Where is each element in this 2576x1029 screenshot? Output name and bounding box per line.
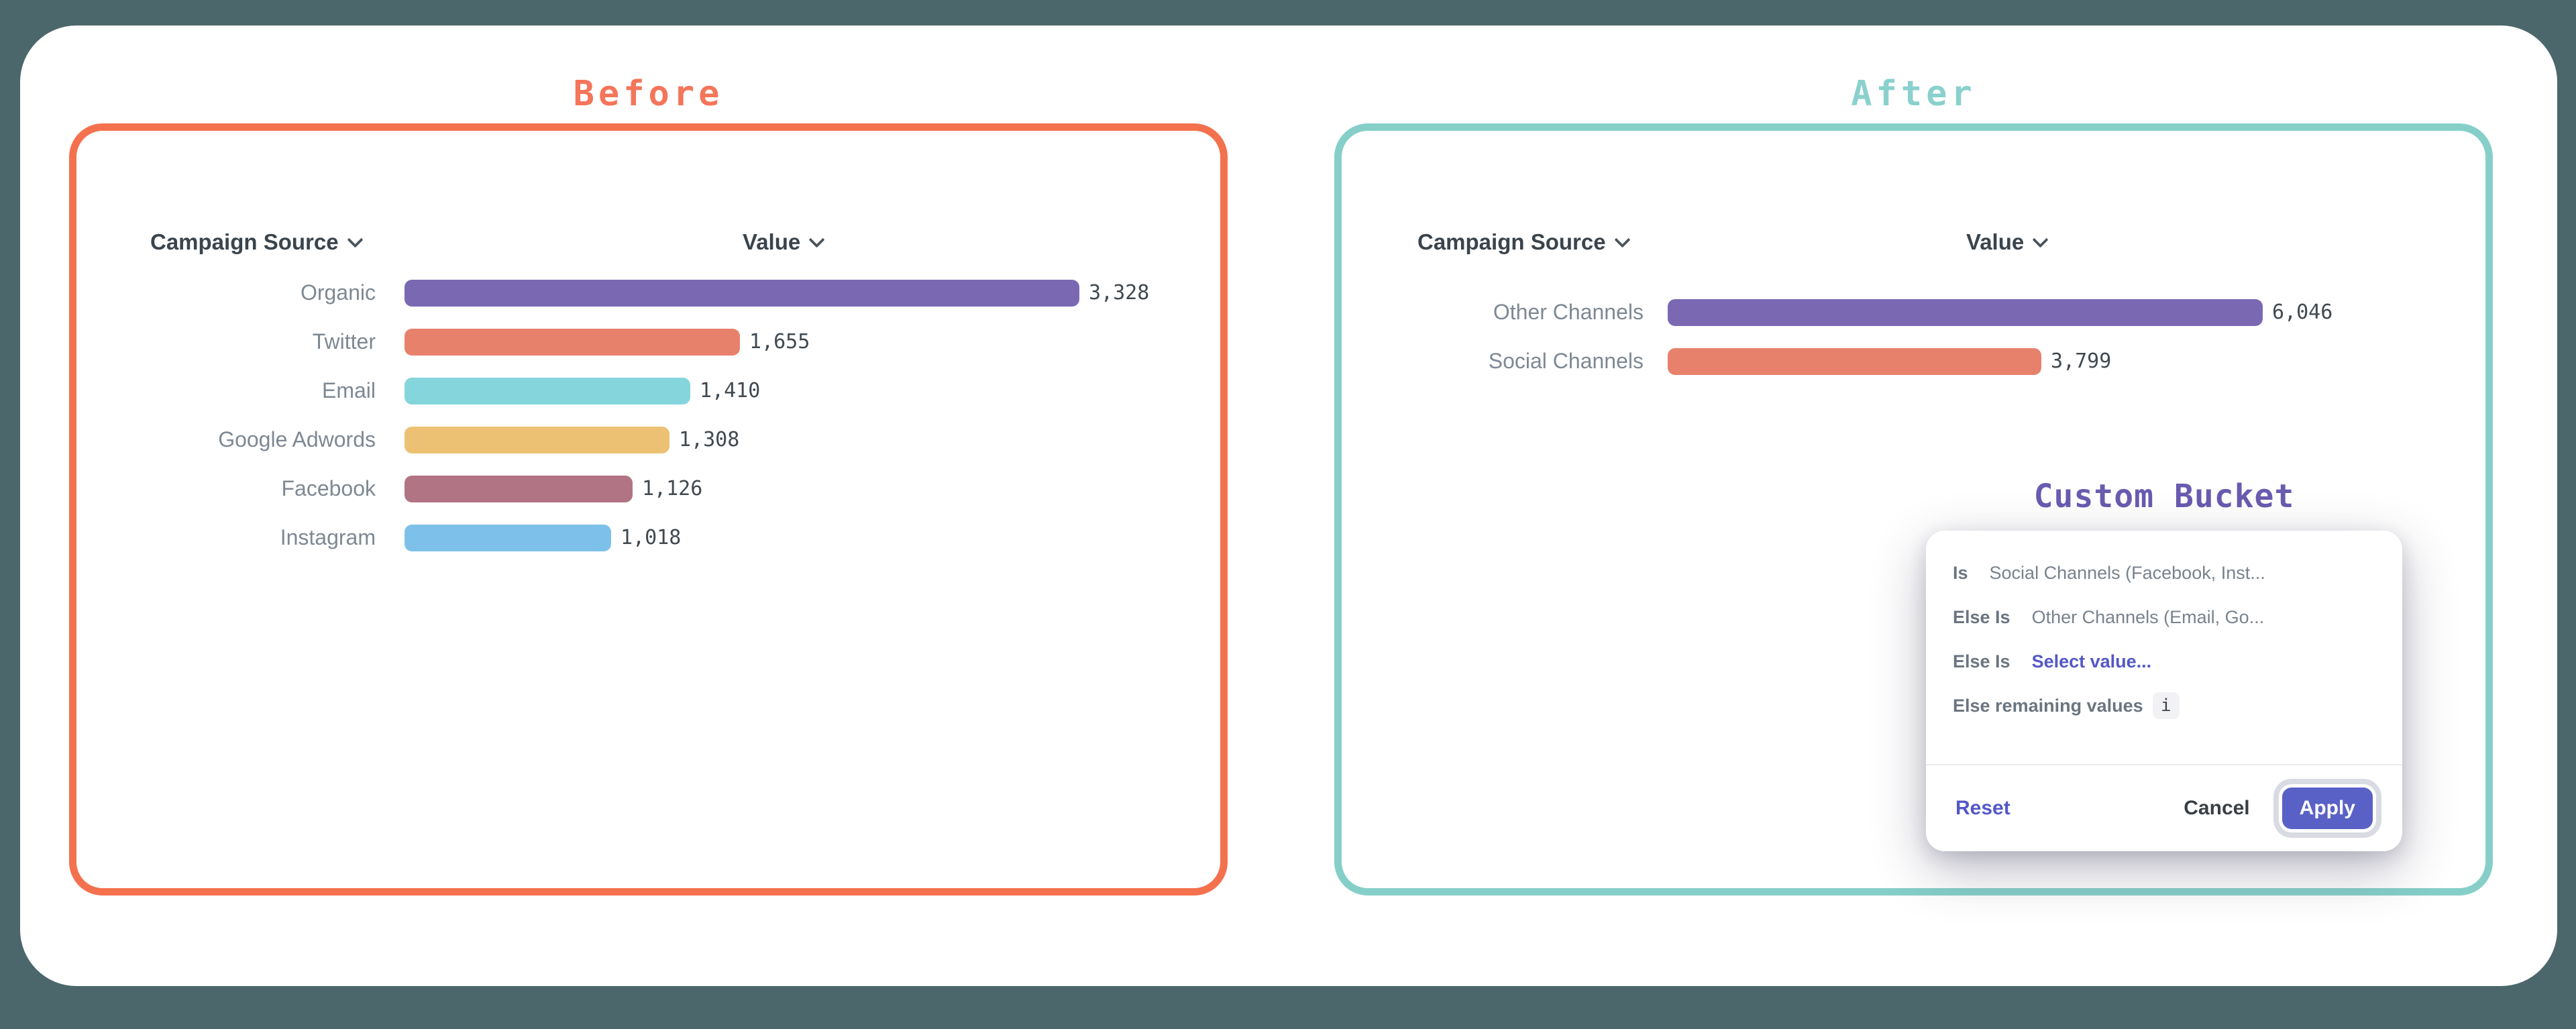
bar-value: 1,018 (621, 526, 681, 549)
dialog-footer: Reset Cancel Apply (1926, 765, 2402, 851)
before-title: Before (69, 72, 1228, 115)
chevron-down-icon (809, 231, 825, 248)
after-source-header-label: Campaign Source (1417, 229, 1606, 255)
bar-email (405, 378, 690, 404)
comparison-screenshot: Before Campaign Source Value Organic 3,3… (0, 0, 2576, 1029)
bar-other-channels (1668, 299, 2263, 326)
table-row: Twitter 1,655 (150, 317, 1149, 366)
after-source-header[interactable]: Campaign Source (1417, 229, 1628, 255)
row-label: Facebook (150, 476, 376, 501)
chevron-down-icon (347, 231, 363, 248)
table-row: Google Adwords 1,308 (150, 415, 1149, 464)
bar-value: 3,799 (2051, 349, 2111, 373)
rule-value-field[interactable]: Social Channels (Facebook, Inst... (1990, 563, 2265, 584)
after-title: After (1334, 72, 2493, 115)
table-row: Organic 3,328 (150, 268, 1149, 317)
bar-social-channels (1668, 348, 2041, 375)
after-value-header[interactable]: Value (1966, 229, 2046, 255)
table-row: Social Channels 3,799 (1417, 337, 2332, 386)
bar-value: 6,046 (2272, 301, 2332, 324)
info-icon[interactable]: i (2153, 692, 2180, 719)
bucket-rule-row: Else remaining values i (1953, 684, 2375, 728)
cancel-button[interactable]: Cancel (2184, 797, 2249, 820)
table-row: Facebook 1,126 (150, 464, 1149, 513)
bar-organic (405, 280, 1079, 307)
row-label: Google Adwords (150, 427, 376, 452)
table-row: Other Channels 6,046 (1417, 288, 2332, 337)
bar-instagram (405, 525, 611, 551)
row-label: Organic (150, 280, 376, 305)
apply-button[interactable]: Apply (2282, 788, 2373, 829)
before-source-header-label: Campaign Source (150, 229, 339, 255)
chevron-down-icon (1614, 231, 1630, 248)
rule-operator: Is (1953, 563, 1968, 584)
custom-bucket-dialog: Is Social Channels (Facebook, Inst... El… (1926, 531, 2402, 851)
bar-facebook (405, 476, 633, 502)
before-value-header[interactable]: Value (743, 229, 822, 255)
row-label: Social Channels (1417, 349, 1644, 374)
rule-value-field[interactable]: Other Channels (Email, Go... (2032, 607, 2265, 628)
reset-button[interactable]: Reset (1955, 797, 2010, 820)
before-table-rows: Organic 3,328 Twitter 1,655 Email 1,410 … (150, 268, 1149, 562)
after-value-header-label: Value (1966, 229, 2024, 255)
bar-google-adwords (405, 427, 669, 453)
bar-value: 1,308 (679, 428, 739, 451)
select-value-link[interactable]: Select value... (2032, 651, 2152, 672)
before-value-header-label: Value (743, 229, 800, 255)
table-row: Instagram 1,018 (150, 513, 1149, 562)
bucket-rule-row: Else Is Select value... (1953, 639, 2375, 684)
bucket-rule-row: Else Is Other Channels (Email, Go... (1953, 595, 2375, 639)
after-table-rows: Other Channels 6,046 Social Channels 3,7… (1417, 288, 2332, 386)
bar-value: 3,328 (1089, 281, 1149, 305)
rule-operator: Else Is (1953, 651, 2010, 672)
bar-value: 1,655 (749, 330, 810, 354)
bucket-rules: Is Social Channels (Facebook, Inst... El… (1926, 531, 2402, 728)
bar-twitter (405, 329, 740, 356)
after-table-header: Campaign Source Value (1417, 227, 2464, 258)
rule-operator: Else remaining values (1953, 696, 2143, 716)
row-label: Twitter (150, 329, 376, 354)
row-label: Instagram (150, 525, 376, 550)
before-table-header: Campaign Source Value (150, 227, 1197, 258)
bar-value: 1,410 (700, 379, 760, 402)
bucket-rule-row: Is Social Channels (Facebook, Inst... (1953, 551, 2375, 595)
row-label: Other Channels (1417, 300, 1644, 325)
chevron-down-icon (2033, 231, 2049, 248)
table-row: Email 1,410 (150, 366, 1149, 415)
bar-value: 1,126 (642, 477, 702, 500)
custom-bucket-title: Custom Bucket (1926, 478, 2402, 515)
rule-operator: Else Is (1953, 607, 2010, 628)
row-label: Email (150, 378, 376, 403)
before-source-header[interactable]: Campaign Source (150, 229, 361, 255)
